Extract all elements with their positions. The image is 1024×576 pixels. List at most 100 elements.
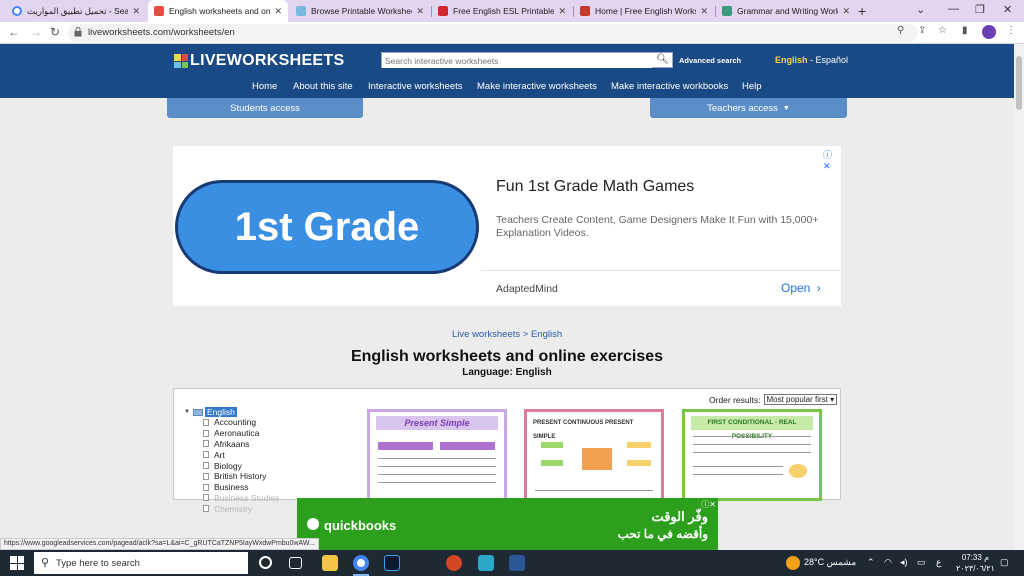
ad-brand: AdaptedMind: [496, 283, 558, 295]
url-omnibox[interactable]: liveworksheets.com/worksheets/en: [68, 24, 918, 42]
weather-sun-icon[interactable]: [786, 556, 800, 570]
close-icon[interactable]: ✕: [132, 6, 140, 17]
close-icon[interactable]: ✕: [558, 6, 566, 17]
ad-title[interactable]: Fun 1st Grade Math Games: [496, 178, 694, 196]
chrome-icon[interactable]: [353, 555, 369, 571]
powerpoint-icon[interactable]: [446, 555, 462, 571]
students-access-label: Students access: [230, 102, 300, 114]
taskbar-clock[interactable]: 07:33 م ٢٠٢٣/٠٦/٢١: [956, 552, 995, 574]
restore-icon[interactable]: ❐: [975, 3, 985, 16]
menu-make-worksheets[interactable]: Make interactive worksheets: [477, 81, 597, 92]
minimize-icon[interactable]: —: [948, 3, 959, 15]
breadcrumb-root-link[interactable]: Live worksheets: [452, 329, 520, 340]
breadcrumb-current-link[interactable]: English: [531, 329, 562, 340]
quickbooks-logo-icon: [307, 518, 319, 530]
battery-icon[interactable]: ▭: [917, 557, 926, 568]
menu-interactive-worksheets[interactable]: Interactive worksheets: [368, 81, 463, 92]
sidepanel-icon[interactable]: ▮: [962, 25, 968, 36]
close-icon[interactable]: ✕: [274, 6, 282, 17]
task-view-icon[interactable]: [289, 557, 302, 569]
window-close-icon[interactable]: ✕: [1003, 3, 1012, 16]
subject-item[interactable]: Art: [203, 449, 279, 460]
new-tab-button[interactable]: +: [858, 3, 866, 19]
menu-help[interactable]: Help: [742, 81, 762, 92]
subject-item[interactable]: Afrikaans: [203, 439, 279, 450]
tree-root-label[interactable]: English: [204, 407, 237, 417]
subject-item[interactable]: Chemistry: [203, 503, 279, 514]
screen-app-icon[interactable]: [478, 555, 494, 571]
thumbnail-decoration: [541, 442, 563, 448]
tab-grammar-writing[interactable]: Grammar and Writing Works ✕: [716, 0, 856, 22]
input-language[interactable]: ع: [936, 557, 941, 568]
teachers-access-button[interactable]: Teachers access ▼: [650, 98, 847, 118]
back-arrow-icon[interactable]: ←: [8, 25, 20, 39]
url-text: liveworksheets.com/worksheets/en: [88, 27, 235, 38]
order-select[interactable]: Most popular first ▾: [763, 394, 838, 405]
site-logo[interactable]: LIVEWORKSHEETS: [174, 52, 344, 70]
search-icon[interactable]: 🔍︎: [656, 54, 669, 65]
caret-down-icon[interactable]: ▼: [184, 409, 190, 415]
adchoices-icon[interactable]: ⓘ ✕: [823, 148, 841, 172]
volume-icon[interactable]: ◂): [900, 557, 908, 568]
tab-esl-printable[interactable]: Free English ESL Printable Vo ✕: [432, 0, 572, 22]
word-icon[interactable]: [509, 555, 525, 571]
advanced-search-link[interactable]: Advanced search: [679, 56, 741, 65]
adobe-photoshop-icon[interactable]: [384, 555, 400, 571]
close-icon[interactable]: ✕: [842, 6, 850, 17]
share-icon[interactable]: ⇪: [918, 25, 926, 36]
subject-label: Business Studies: [214, 492, 280, 503]
reload-icon[interactable]: ↻: [50, 25, 60, 39]
menu-home[interactable]: Home: [252, 81, 277, 92]
tab-free-english[interactable]: Home | Free English Workshe ✕: [574, 0, 714, 22]
menu-make-workbooks[interactable]: Make interactive workbooks: [611, 81, 728, 92]
thumbnail-decoration: [378, 482, 496, 483]
cortana-icon[interactable]: [259, 556, 272, 569]
display-ad[interactable]: 1st Grade ⓘ ✕ Fun 1st Grade Math Games T…: [173, 146, 841, 306]
wifi-icon[interactable]: ◠: [884, 557, 892, 568]
esl-favicon-icon: [438, 6, 448, 16]
zoom-icon[interactable]: ⚲: [897, 25, 904, 36]
menu-about[interactable]: About this site: [293, 81, 353, 92]
subject-label: Art: [214, 449, 225, 460]
subject-item[interactable]: Business Studies: [203, 493, 279, 504]
site-search-input[interactable]: [382, 54, 652, 68]
forward-arrow-icon[interactable]: →: [30, 25, 42, 39]
chevron-up-icon[interactable]: ⌃: [867, 557, 875, 568]
subject-item[interactable]: Aeronautica: [203, 428, 279, 439]
page-scrollbar[interactable]: [1014, 44, 1024, 550]
file-explorer-icon[interactable]: [322, 555, 338, 571]
subject-label: Aeronautica: [214, 428, 260, 439]
profile-avatar[interactable]: [982, 25, 996, 39]
scrollbar-thumb[interactable]: [1016, 56, 1022, 110]
weather-text[interactable]: 28°C مشمس: [804, 557, 856, 568]
windows-taskbar: ⚲ Type here to search 28°C مشمس ⌃ ◠ ◂) ▭…: [0, 550, 1024, 576]
students-access-button[interactable]: Students access: [167, 98, 363, 118]
worksheet-thumbnail[interactable]: Present Simple: [367, 409, 507, 501]
tree-root[interactable]: ▼ English: [184, 407, 279, 417]
bottom-ad-line2: وأقضه في ما تحب: [617, 527, 708, 541]
tab-english-worksheets[interactable]: English worksheets and online ✕: [148, 0, 288, 22]
worksheet-thumbnail[interactable]: PRESENT CONTINUOUS PRESENT SIMPLE: [524, 409, 664, 501]
tab-browse-printable[interactable]: Browse Printable Worksheets ✕: [290, 0, 430, 22]
chevron-down-icon[interactable]: ⌄: [916, 3, 925, 16]
more-menu-icon[interactable]: ⋮: [1006, 25, 1016, 36]
close-icon[interactable]: ✕: [700, 6, 708, 17]
site-search-box: 🔍︎: [381, 52, 673, 68]
subject-item[interactable]: British History: [203, 471, 279, 482]
notification-icon[interactable]: ▢: [1000, 557, 1009, 568]
subject-item[interactable]: Business: [203, 482, 279, 493]
taskbar-search-box[interactable]: ⚲ Type here to search: [34, 552, 248, 574]
subject-item[interactable]: Accounting: [203, 417, 279, 428]
tab-search[interactable]: تحميل تطبيق المواريث - Search ✕: [6, 0, 146, 22]
lang-spanish-link[interactable]: Español: [816, 55, 849, 65]
adchoices-icon[interactable]: ⓘ✕: [701, 499, 716, 510]
lang-english-link[interactable]: English: [775, 55, 808, 65]
worksheet-thumbnail[interactable]: FIRST CONDITIONAL - REAL POSSIBILITY: [682, 409, 822, 501]
subject-label: British History: [214, 471, 267, 482]
bottom-ad-banner[interactable]: quickbooks وفّر الوقت وأقضه في ما تحب ⓘ✕: [297, 498, 718, 550]
subject-item[interactable]: Biology: [203, 460, 279, 471]
bookmark-star-icon[interactable]: ☆: [938, 25, 947, 36]
windows-start-icon[interactable]: [10, 556, 24, 570]
ad-open-button[interactable]: Open ›: [781, 281, 821, 295]
close-icon[interactable]: ✕: [416, 6, 424, 17]
